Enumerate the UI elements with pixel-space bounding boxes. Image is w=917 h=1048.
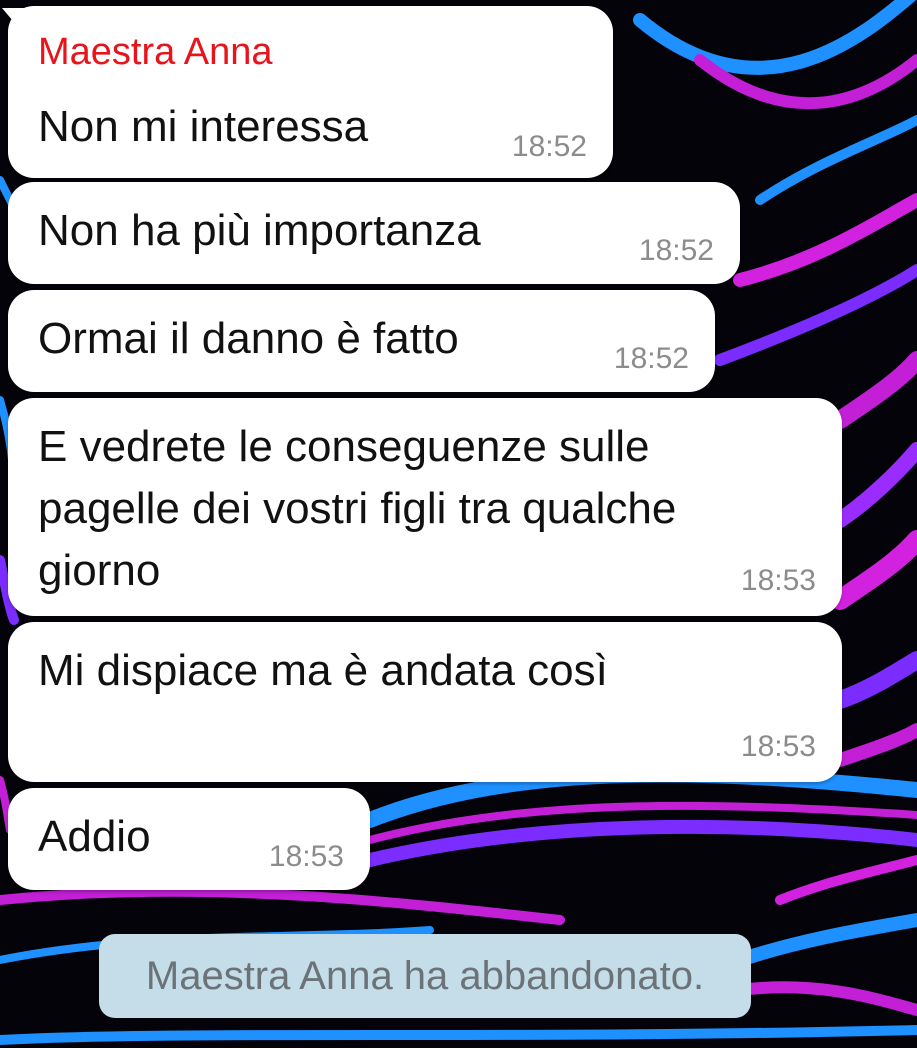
message-time: 18:52	[638, 234, 714, 267]
message-time: 18:53	[740, 730, 816, 763]
message-text: E vedrete le conseguenze sulle pagelle d…	[38, 422, 677, 595]
service-message: Maestra Anna ha abbandonato.	[99, 934, 751, 1018]
message-text: Addio	[38, 812, 151, 861]
message-text: Ormai il danno è fatto	[38, 314, 459, 363]
message-list[interactable]: Maestra Anna Non mi interessa 18:52 Non …	[0, 0, 917, 1048]
message-bubble[interactable]: Maestra Anna Non mi interessa 18:52	[2, 6, 613, 178]
message-bubble[interactable]: Ormai il danno è fatto 18:52	[8, 290, 715, 392]
message-time: 18:53	[268, 840, 344, 873]
message-text: Non ha più importanza	[38, 206, 481, 255]
message-text: Mi dispiace ma è andata così	[38, 646, 608, 695]
bubble-tail	[2, 8, 24, 34]
message-time: 18:52	[511, 130, 587, 163]
message-time: 18:52	[613, 342, 689, 375]
message-time: 18:53	[740, 564, 816, 597]
message-bubble[interactable]: Mi dispiace ma è andata così 18:53	[8, 622, 842, 782]
sender-name[interactable]: Maestra Anna	[38, 30, 272, 74]
message-bubble[interactable]: Addio 18:53	[8, 788, 370, 890]
message-bubble[interactable]: Non ha più importanza 18:52	[8, 182, 740, 284]
message-bubble[interactable]: E vedrete le conseguenze sulle pagelle d…	[8, 398, 842, 616]
message-text: Non mi interessa	[38, 102, 369, 151]
